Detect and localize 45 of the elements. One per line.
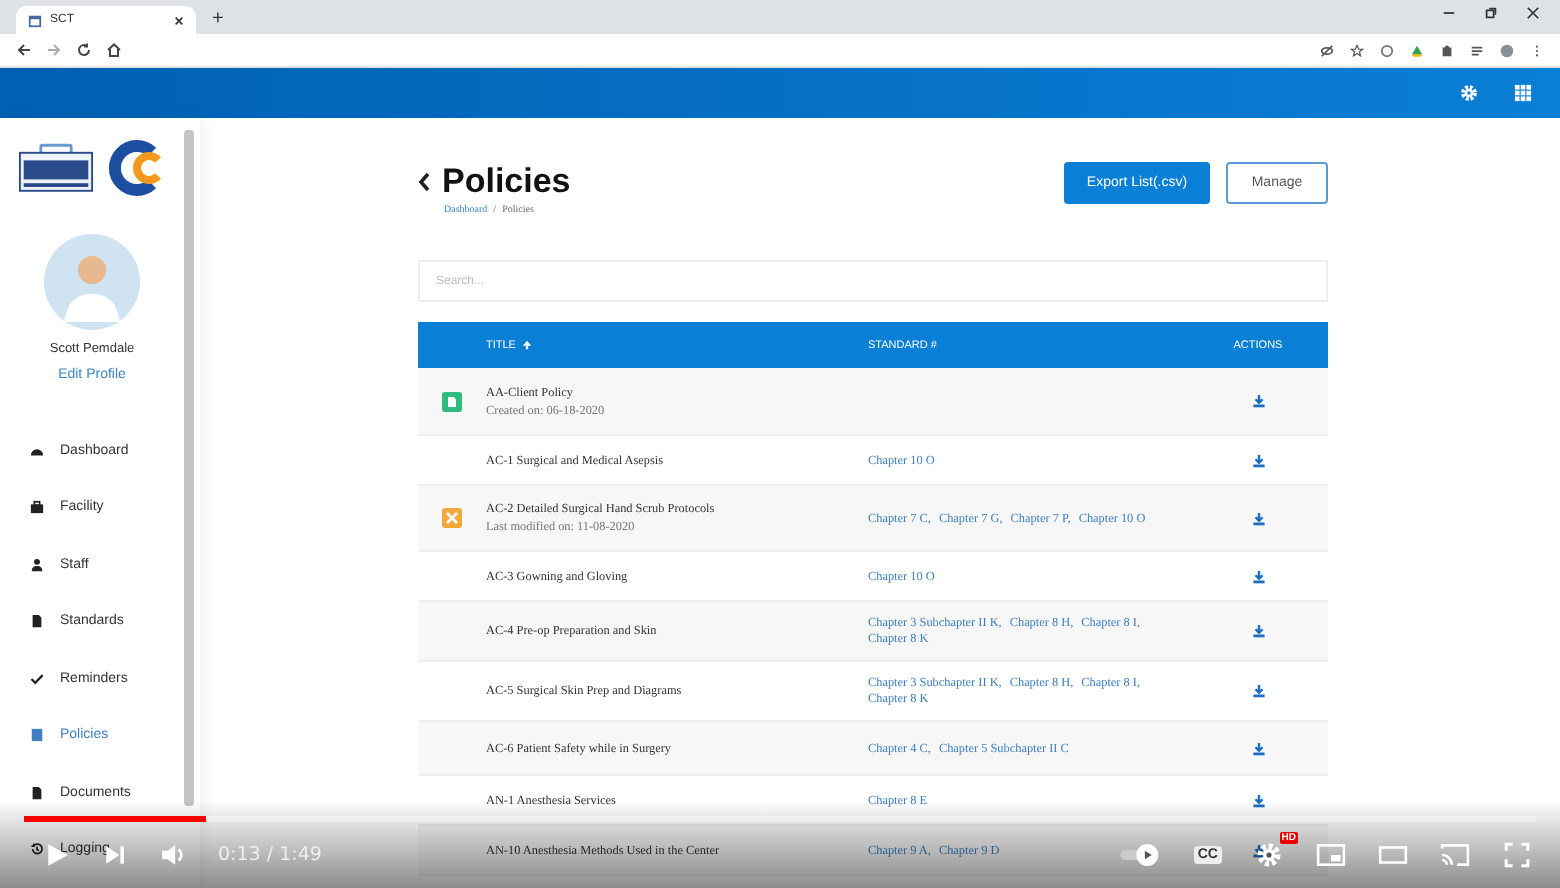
briefcase-icon xyxy=(30,500,44,515)
file-icon xyxy=(30,614,44,629)
calendar-icon xyxy=(28,13,42,27)
download-icon[interactable] xyxy=(1251,569,1265,583)
list-icon[interactable] xyxy=(1470,43,1484,57)
home-icon[interactable] xyxy=(106,42,122,58)
download-icon[interactable] xyxy=(1251,793,1265,807)
reload-icon[interactable] xyxy=(76,42,92,58)
download-icon[interactable] xyxy=(1251,624,1265,638)
settings-icon[interactable] xyxy=(1460,84,1478,102)
ring-logo-icon xyxy=(106,138,166,198)
sort-icon[interactable] xyxy=(521,340,532,350)
apps-grid-icon[interactable] xyxy=(1514,84,1532,102)
star-icon[interactable] xyxy=(1350,43,1364,57)
avatar-icon[interactable] xyxy=(1500,43,1514,57)
restore-icon[interactable] xyxy=(1484,6,1498,20)
close-icon[interactable] xyxy=(174,15,184,25)
book-icon xyxy=(30,728,44,743)
download-icon[interactable] xyxy=(1251,511,1265,525)
back-chevron-icon[interactable] xyxy=(418,172,430,192)
document-icon xyxy=(442,391,462,411)
avatar-silhouette-icon xyxy=(44,234,140,330)
file-icon xyxy=(30,785,44,800)
download-icon[interactable] xyxy=(1251,741,1265,755)
toolbox-logo-drawing xyxy=(18,142,94,194)
tools-icon xyxy=(442,508,462,528)
download-icon[interactable] xyxy=(1251,843,1265,857)
page-title: Policies xyxy=(442,162,571,202)
scrollbar-thumb[interactable] xyxy=(184,130,194,806)
history-icon xyxy=(30,842,44,857)
person-icon xyxy=(30,557,44,572)
video-progress-track[interactable] xyxy=(24,816,1536,822)
autoplay-toggle-icon[interactable] xyxy=(1117,841,1162,867)
check-icon xyxy=(30,671,44,686)
download-icon[interactable] xyxy=(1251,394,1265,408)
close-icon[interactable] xyxy=(1526,6,1540,20)
download-icon[interactable] xyxy=(1251,684,1265,698)
eye-slash-icon[interactable] xyxy=(1320,43,1334,57)
minimize-icon[interactable] xyxy=(1442,6,1456,20)
dashboard-icon xyxy=(30,443,44,458)
video-time: 0:13 / 1:49 xyxy=(218,843,322,865)
download-icon[interactable] xyxy=(1251,453,1265,467)
back-icon[interactable] xyxy=(16,42,32,58)
settings-icon[interactable] xyxy=(1254,841,1284,867)
new-tab-button[interactable]: + xyxy=(212,6,224,34)
